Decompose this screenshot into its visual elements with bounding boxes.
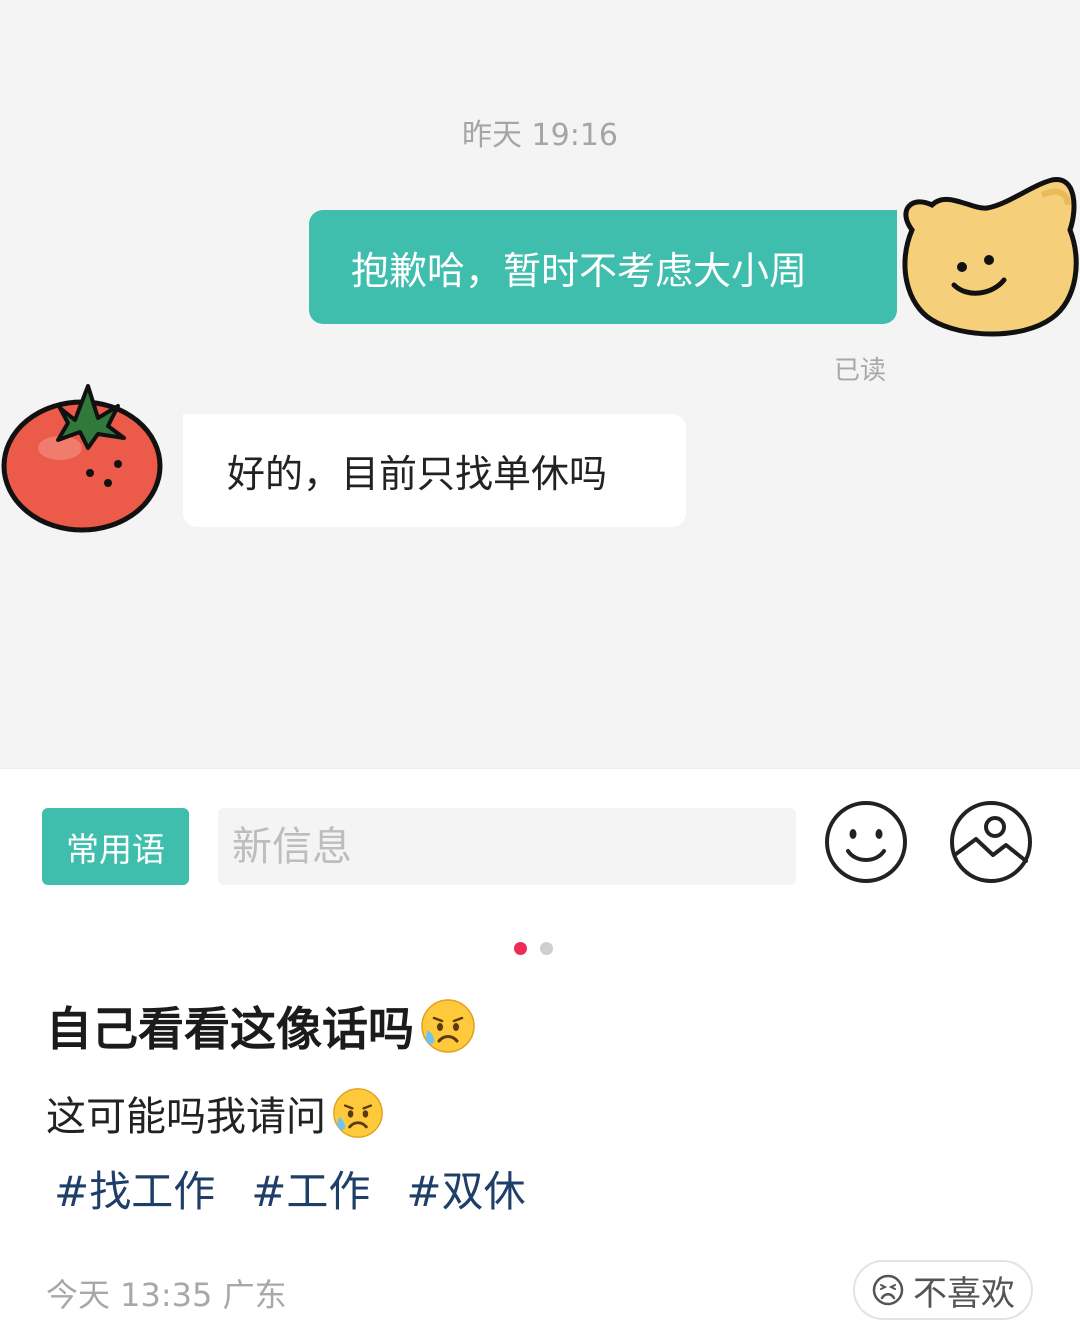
hashtag-link[interactable]: #双休	[406, 1158, 525, 1219]
post-title-text: 自己看看这像话吗	[46, 1002, 414, 1056]
page-indicator	[514, 942, 554, 956]
read-status: 已读	[834, 356, 887, 386]
dislike-button[interactable]: 不喜欢	[853, 1260, 1033, 1320]
sad-sweat-emoji-icon	[421, 999, 475, 1053]
outgoing-message-bubble[interactable]: 抱歉哈，暂时不考虑大小周	[309, 210, 897, 324]
chat-timestamp: 昨天 19:16	[462, 118, 618, 153]
message-input[interactable]	[218, 808, 796, 885]
smiley-icon[interactable]	[823, 799, 909, 885]
input-bar: 常用语	[0, 768, 1080, 908]
post-body: 这可能吗我请问	[46, 1084, 384, 1142]
frown-face-icon	[872, 1274, 904, 1306]
chat-area: 昨天 19:16 抱歉哈，暂时不考虑大小周 已读 好的，目前只找单休吗	[0, 0, 1080, 768]
dislike-label: 不喜欢	[913, 1273, 1015, 1314]
post-body-text: 这可能吗我请问	[46, 1094, 326, 1140]
sad-sweat-emoji-icon	[333, 1088, 383, 1138]
image-icon[interactable]	[948, 799, 1034, 885]
post-title: 自己看看这像话吗	[46, 993, 476, 1059]
page-dot-active[interactable]	[514, 942, 527, 955]
post-tags: #找工作 #工作 #双休	[54, 1158, 526, 1219]
hashtag-link[interactable]: #找工作	[54, 1158, 215, 1219]
page-dot[interactable]	[540, 942, 553, 955]
bear-face-icon[interactable]	[892, 170, 1080, 340]
common-phrases-button[interactable]: 常用语	[42, 808, 189, 885]
tomato-icon[interactable]	[0, 368, 168, 536]
hashtag-link[interactable]: #工作	[251, 1158, 370, 1219]
post-meta: 今天 13:35 广东	[46, 1276, 287, 1314]
incoming-message-bubble[interactable]: 好的，目前只找单休吗	[183, 414, 686, 527]
